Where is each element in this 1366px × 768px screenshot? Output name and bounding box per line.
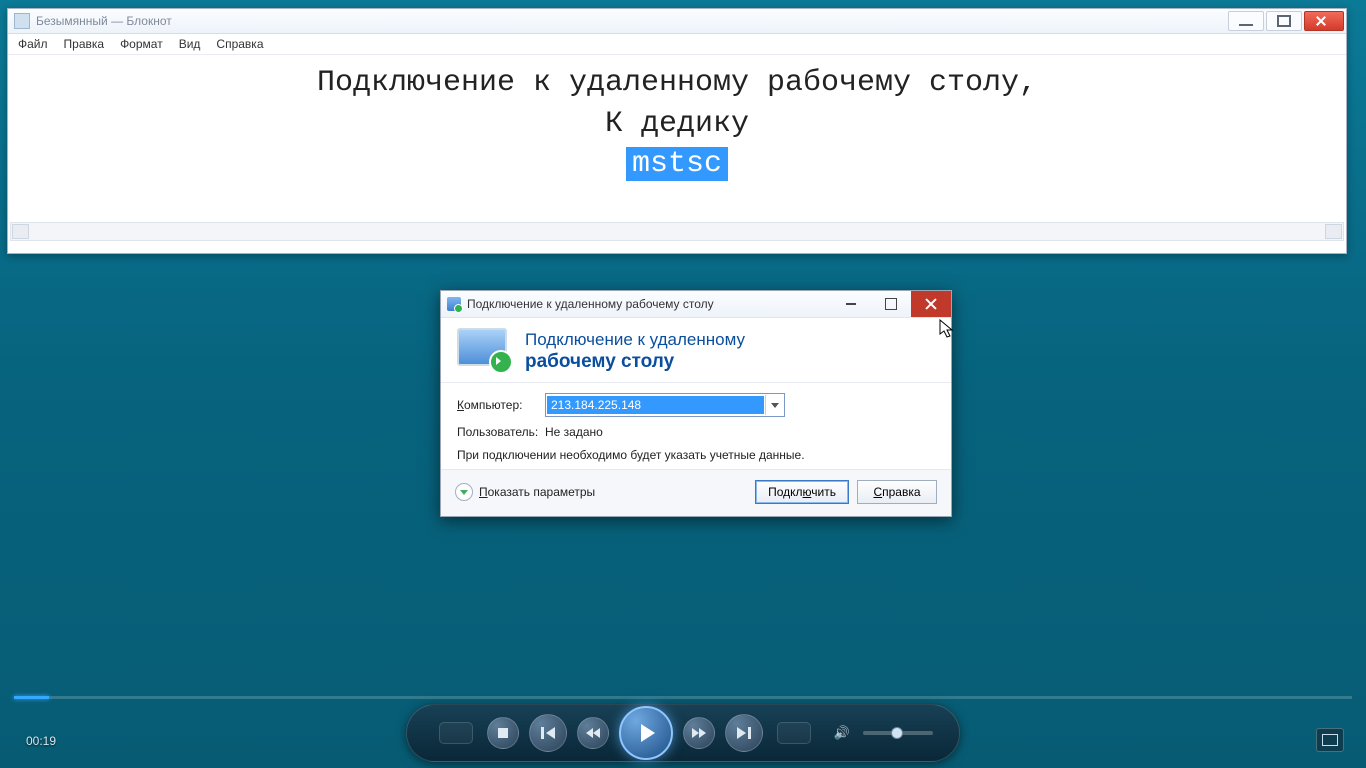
menu-view[interactable]: Вид <box>179 37 201 51</box>
rewind-button[interactable] <box>577 717 609 749</box>
connect-button[interactable]: Подключить <box>755 480 849 504</box>
rdp-banner: Подключение к удаленному рабочему столу <box>441 318 951 383</box>
editor-selection: mstsc <box>626 147 728 181</box>
rdp-titlebar[interactable]: Подключение к удаленному рабочему столу <box>441 291 951 318</box>
menu-file[interactable]: Файл <box>18 37 48 51</box>
elapsed-time: 00:19 <box>26 734 56 748</box>
previous-button[interactable] <box>529 714 567 752</box>
rdp-close-button[interactable] <box>911 291 951 317</box>
show-options-label: Показать параметры <box>479 485 595 499</box>
chevron-down-circle-icon <box>455 483 473 501</box>
rdp-icon <box>447 297 461 311</box>
notepad-titlebar[interactable]: Безымянный — Блокнот <box>8 9 1346 34</box>
volume-icon[interactable]: 🔊 <box>833 725 851 741</box>
horizontal-scrollbar[interactable] <box>10 222 1344 241</box>
menu-help[interactable]: Справка <box>216 37 263 51</box>
minimize-button[interactable] <box>1228 11 1264 31</box>
credentials-note: При подключении необходимо будет указать… <box>457 447 935 463</box>
close-button[interactable] <box>1304 11 1344 31</box>
chevron-down-icon[interactable] <box>765 395 784 415</box>
next-button[interactable] <box>725 714 763 752</box>
menu-edit[interactable]: Правка <box>64 37 105 51</box>
menu-format[interactable]: Формат <box>120 37 163 51</box>
user-label: Пользователь: <box>457 425 545 439</box>
notepad-window: Безымянный — Блокнот Файл Правка Формат … <box>7 8 1347 254</box>
volume-knob[interactable] <box>891 727 903 739</box>
rdp-title: Подключение к удаленному рабочему столу <box>467 297 714 311</box>
transport-cluster: 🔊 <box>406 704 960 762</box>
notepad-editor[interactable]: Подключение к удаленному рабочему столу,… <box>8 55 1346 243</box>
media-player-bar: 00:19 🔊 <box>0 696 1366 768</box>
editor-line-1: Подключение к удаленному рабочему столу, <box>8 63 1346 104</box>
banner-line-1: Подключение к удаленному <box>525 329 745 350</box>
repeat-button[interactable] <box>777 722 811 744</box>
notepad-title: Безымянный — Блокнот <box>36 14 172 28</box>
shuffle-button[interactable] <box>439 722 473 744</box>
computer-combobox[interactable]: 213.184.225.148 <box>545 393 785 417</box>
rdp-minimize-button[interactable] <box>831 291 871 317</box>
notepad-menubar: Файл Правка Формат Вид Справка <box>8 34 1346 55</box>
volume-slider[interactable] <box>863 731 933 735</box>
rdp-large-icon <box>457 328 513 374</box>
seek-fill <box>14 696 49 699</box>
show-options-toggle[interactable]: Показать параметры <box>455 483 595 501</box>
user-value: Не задано <box>545 425 603 439</box>
computer-value: 213.184.225.148 <box>547 396 764 414</box>
stop-button[interactable] <box>487 717 519 749</box>
fast-forward-button[interactable] <box>683 717 715 749</box>
banner-line-2: рабочему столу <box>525 350 745 374</box>
fullscreen-button[interactable] <box>1316 728 1344 752</box>
editor-line-2: К дедику <box>8 104 1346 145</box>
maximize-button[interactable] <box>1266 11 1302 31</box>
seek-bar[interactable] <box>14 696 1352 699</box>
computer-label: Компьютер: <box>457 398 545 412</box>
notepad-icon <box>14 13 30 29</box>
rdp-dialog: Подключение к удаленному рабочему столу … <box>440 290 952 517</box>
rdp-maximize-button[interactable] <box>871 291 911 317</box>
help-button[interactable]: Справка <box>857 480 937 504</box>
play-button[interactable] <box>619 706 673 760</box>
